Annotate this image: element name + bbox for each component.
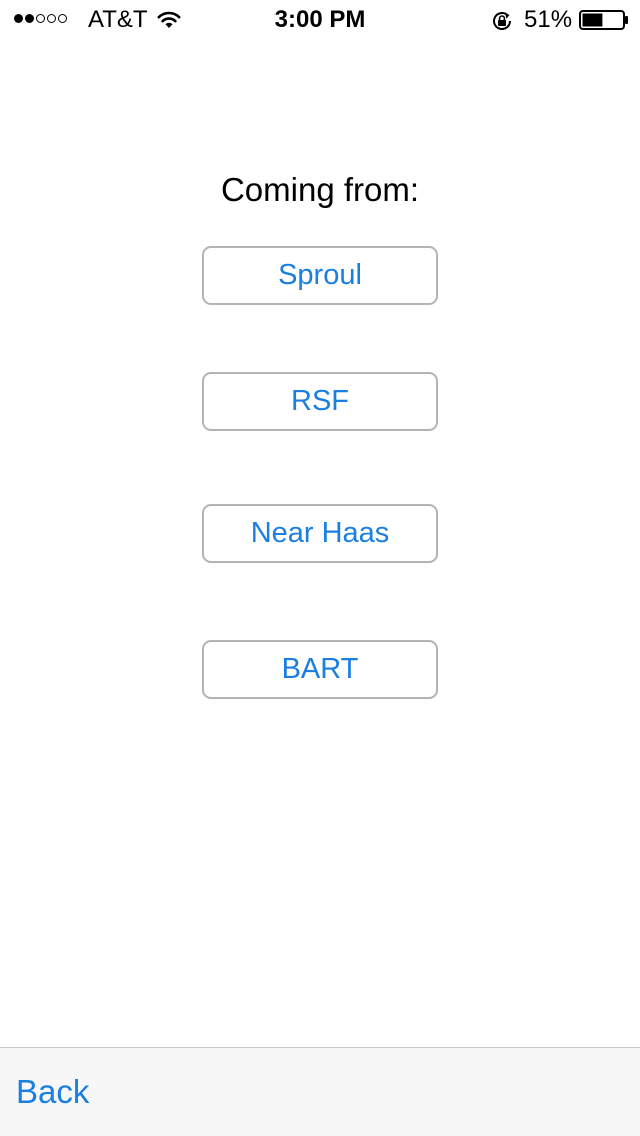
near-haas-button[interactable]: Near Haas [202, 504, 438, 563]
status-bar: AT&T 3:00 PM 51% [0, 0, 640, 40]
sproul-button[interactable]: Sproul [202, 246, 438, 305]
bottom-toolbar: Back [0, 1047, 640, 1136]
battery-icon [579, 10, 628, 30]
bart-button[interactable]: BART [202, 640, 438, 699]
lock-rotation-icon [493, 12, 511, 30]
rsf-button[interactable]: RSF [202, 372, 438, 431]
page-title: Coming from: [220, 171, 420, 208]
battery-percentage: 51% [524, 6, 573, 33]
back-button[interactable]: Back [16, 1072, 89, 1112]
